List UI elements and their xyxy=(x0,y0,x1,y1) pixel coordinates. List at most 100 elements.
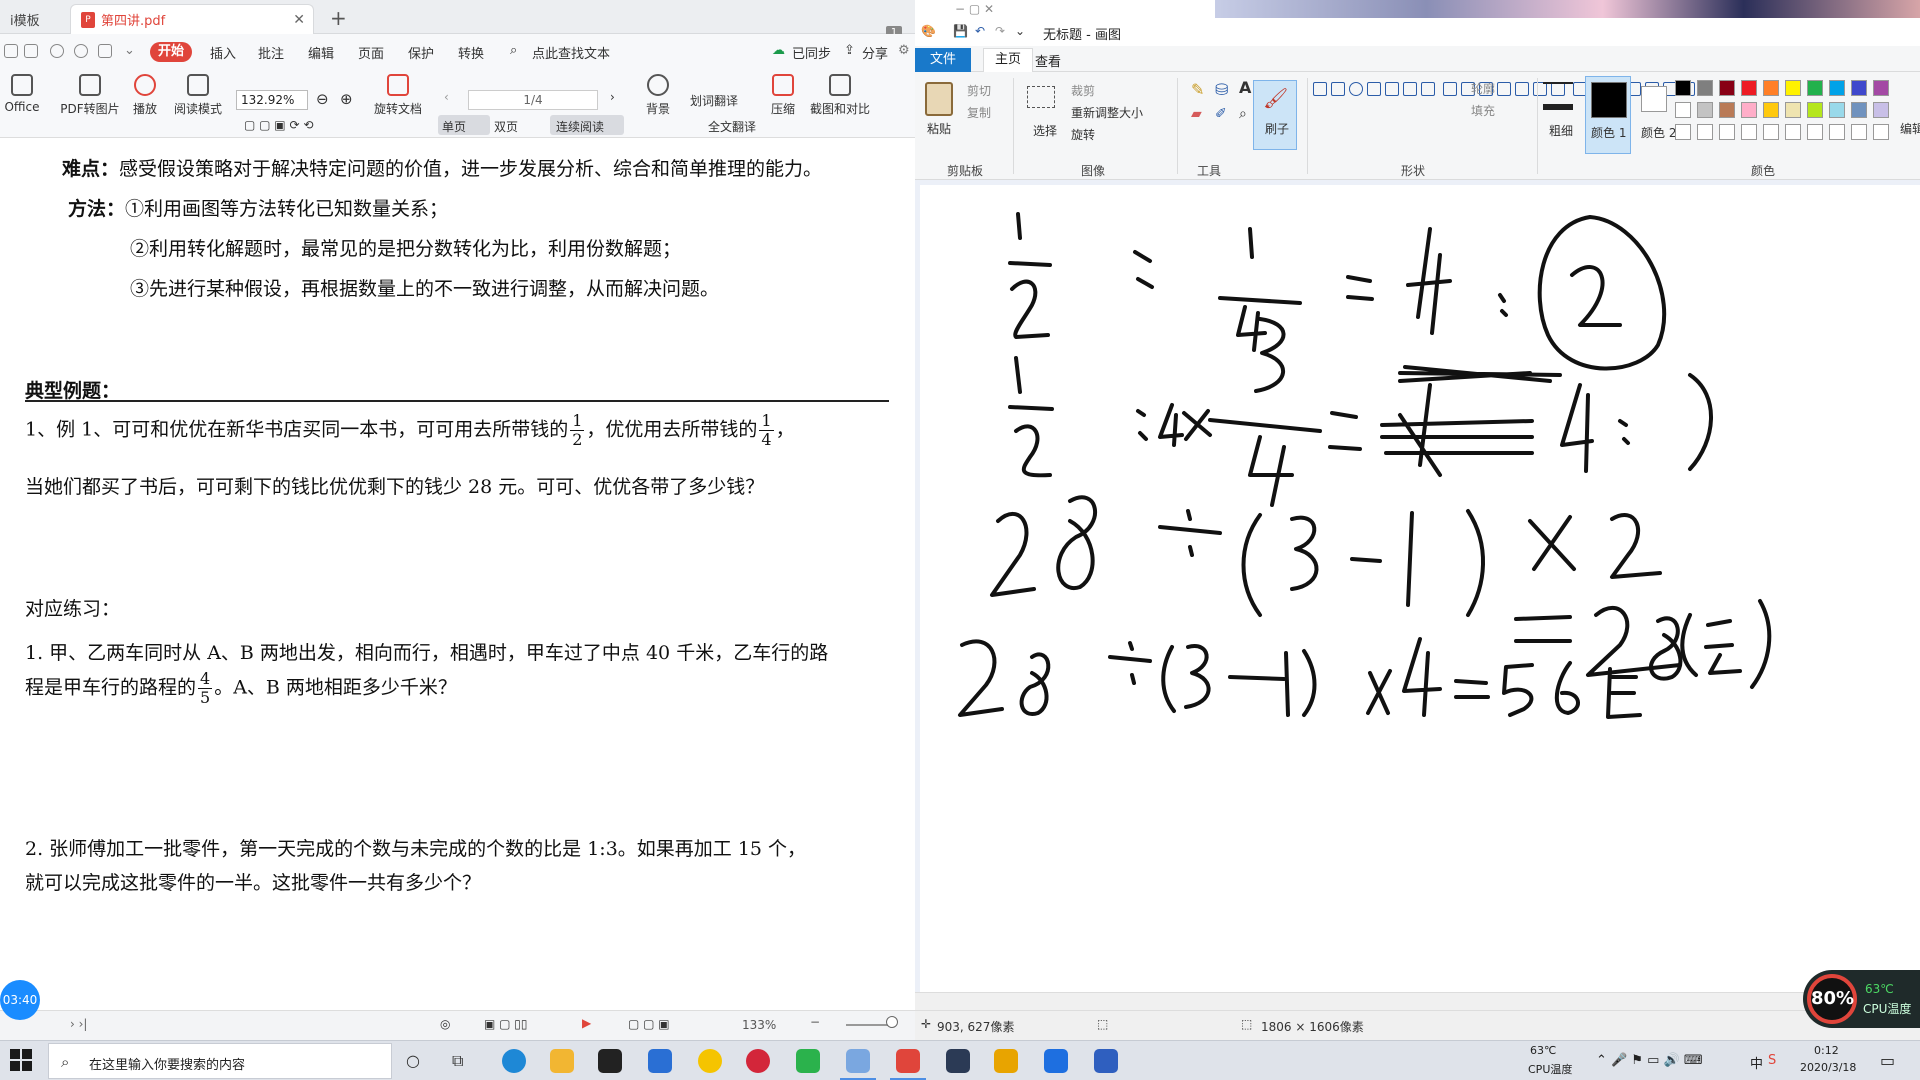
palette-swatch[interactable] xyxy=(1851,80,1867,96)
task-view-icon[interactable]: ⧉ xyxy=(452,1051,463,1071)
save-icon[interactable]: 💾 xyxy=(953,24,968,38)
find-text-button[interactable]: 点此查找文本 xyxy=(532,43,610,62)
palette-swatch-empty[interactable] xyxy=(1763,124,1779,140)
palette-swatch[interactable] xyxy=(1785,102,1801,118)
next-page-icon[interactable]: › xyxy=(610,90,615,104)
right-triangle-shape-icon[interactable] xyxy=(1442,82,1457,96)
paste-button[interactable]: 粘贴 xyxy=(927,120,951,137)
play-icon[interactable]: ▶ xyxy=(582,1016,591,1030)
triangle-shape-icon[interactable] xyxy=(1421,82,1435,96)
palette-swatch-empty[interactable] xyxy=(1675,124,1691,140)
window-controls-icon[interactable]: − ▢ ✕ xyxy=(955,2,994,16)
zoom-out-icon[interactable]: ⊖ xyxy=(316,90,329,108)
clock-date[interactable]: 2020/3/18 xyxy=(1800,1061,1856,1074)
menu-convert[interactable]: 转换 xyxy=(458,43,484,62)
menu-start[interactable]: 开始 xyxy=(150,42,192,62)
menu-edit[interactable]: 编辑 xyxy=(308,43,334,62)
palette-swatch[interactable] xyxy=(1741,102,1757,118)
edit-colors-button[interactable]: 编辑颜色 xyxy=(1900,120,1920,137)
palette-swatch[interactable] xyxy=(1741,80,1757,96)
clock-time[interactable]: 0:12 xyxy=(1814,1044,1839,1057)
background-button[interactable]: 背景 xyxy=(640,74,676,117)
app-g-icon[interactable] xyxy=(994,1049,1018,1073)
notification-icon[interactable]: ▭ xyxy=(1880,1051,1895,1070)
palette-swatch[interactable] xyxy=(1829,102,1845,118)
color-picker-icon[interactable]: ✐ xyxy=(1215,106,1227,122)
line-width-icon[interactable] xyxy=(1543,82,1573,110)
shapes-gallery[interactable] xyxy=(1311,80,1695,101)
eye-icon[interactable]: ◎ xyxy=(440,1017,450,1031)
magnifier-icon[interactable]: ⌕ xyxy=(1239,106,1247,122)
tab-file[interactable]: 文件 xyxy=(915,48,971,72)
cortana-icon[interactable]: ○ xyxy=(406,1051,420,1070)
page-number-input[interactable]: 1/4 xyxy=(468,90,598,110)
mail-icon[interactable] xyxy=(648,1049,672,1073)
close-icon[interactable]: ✕ xyxy=(293,12,305,28)
rounded-rectangle-shape-icon[interactable] xyxy=(1385,82,1399,96)
share-button[interactable]: 分享 xyxy=(862,43,888,62)
taskbar-search-box[interactable]: ⌕ 在这里输入你要搜索的内容 xyxy=(48,1043,392,1079)
palette-swatch[interactable] xyxy=(1829,80,1845,96)
right-arrow-shape-icon[interactable] xyxy=(1514,82,1529,96)
rotate-button[interactable]: 旋转 xyxy=(1071,126,1095,143)
ime-indicator[interactable]: 中 xyxy=(1750,1053,1763,1072)
palette-swatch[interactable] xyxy=(1719,80,1735,96)
wps-pdf-icon[interactable] xyxy=(896,1049,920,1073)
palette-swatch[interactable] xyxy=(1873,80,1889,96)
menu-annotate[interactable]: 批注 xyxy=(258,43,284,62)
palette-swatch[interactable] xyxy=(1697,102,1713,118)
store-icon[interactable] xyxy=(598,1049,622,1073)
palette-swatch-empty[interactable] xyxy=(1851,124,1867,140)
paste-icon[interactable] xyxy=(925,82,953,116)
new-tab-button[interactable]: + xyxy=(330,6,347,30)
polygon-shape-icon[interactable] xyxy=(1403,82,1417,96)
continuous-read-button[interactable]: 连续阅读 xyxy=(556,118,604,135)
play-button[interactable]: 播放 xyxy=(130,74,160,117)
double-page-button[interactable]: 双页 xyxy=(494,118,518,135)
outline-button[interactable]: 轮廓 xyxy=(1471,80,1495,97)
single-page-button[interactable]: 单页 xyxy=(442,118,466,135)
crop-button[interactable]: 裁剪 xyxy=(1071,82,1095,99)
palette-swatch-empty[interactable] xyxy=(1697,124,1713,140)
app-dark-icon[interactable] xyxy=(946,1049,970,1073)
drawing-canvas[interactable] xyxy=(920,185,1920,992)
pdf-to-image-button[interactable]: PDF转图片 xyxy=(60,74,120,117)
tab-view[interactable]: 查看 xyxy=(1035,51,1061,70)
zoom-slider-handle[interactable] xyxy=(886,1016,898,1028)
netease-music-icon[interactable] xyxy=(746,1049,770,1073)
palette-swatch[interactable] xyxy=(1807,102,1823,118)
redo-icon[interactable]: ↷ xyxy=(995,24,1005,38)
palette-swatch[interactable] xyxy=(1851,102,1867,118)
palette-swatch-empty[interactable] xyxy=(1829,124,1845,140)
menu-protect[interactable]: 保护 xyxy=(408,43,434,62)
cut-button[interactable]: 剪切 xyxy=(967,82,991,99)
hexagon-shape-icon[interactable] xyxy=(1496,82,1511,96)
resize-button[interactable]: 重新调整大小 xyxy=(1071,104,1143,121)
zoom-minus-icon[interactable]: − xyxy=(810,1015,820,1029)
palette-swatch[interactable] xyxy=(1719,102,1735,118)
sync-status[interactable]: 已同步 xyxy=(792,43,831,62)
size-button[interactable]: 粗细 xyxy=(1549,122,1573,139)
palette-swatch-empty[interactable] xyxy=(1807,124,1823,140)
export-icon[interactable] xyxy=(98,44,112,58)
fill-button[interactable]: 填充 xyxy=(1471,102,1495,119)
timer-badge[interactable]: 03:40 xyxy=(0,980,40,1020)
view-mode-icons[interactable]: ▣ ▢ ▯▯ xyxy=(484,1017,528,1031)
oval-shape-icon[interactable] xyxy=(1349,82,1363,96)
quick-access-dropdown-icon[interactable]: ⌄ xyxy=(124,43,135,58)
cpu-monitor-widget[interactable]: 80% 63℃ CPU温度 xyxy=(1803,970,1920,1028)
curve-shape-icon[interactable] xyxy=(1331,82,1345,96)
tab-home[interactable]: 主页 xyxy=(983,48,1033,72)
app-yellow-icon[interactable] xyxy=(698,1049,722,1073)
fit-icons[interactable]: ▢ ▢ ▣ ⟳ ⟲ xyxy=(244,118,313,132)
zoom-select[interactable]: 132.92% xyxy=(236,90,308,110)
palette-swatch[interactable] xyxy=(1763,80,1779,96)
palette-swatch-empty[interactable] xyxy=(1873,124,1889,140)
rotate-document-button[interactable]: 旋转文档 xyxy=(370,74,426,117)
prev-page-icon[interactable]: ‹ xyxy=(444,90,449,104)
select-button[interactable]: 选择 xyxy=(1033,122,1057,139)
office-button[interactable]: Office xyxy=(0,74,44,114)
tab-pdf-document[interactable]: P 第四讲.pdf ✕ xyxy=(70,4,314,34)
translate-all-button[interactable]: 全文翻译 xyxy=(708,118,756,135)
screenshot-compare-button[interactable]: 截图和对比 xyxy=(808,74,872,117)
